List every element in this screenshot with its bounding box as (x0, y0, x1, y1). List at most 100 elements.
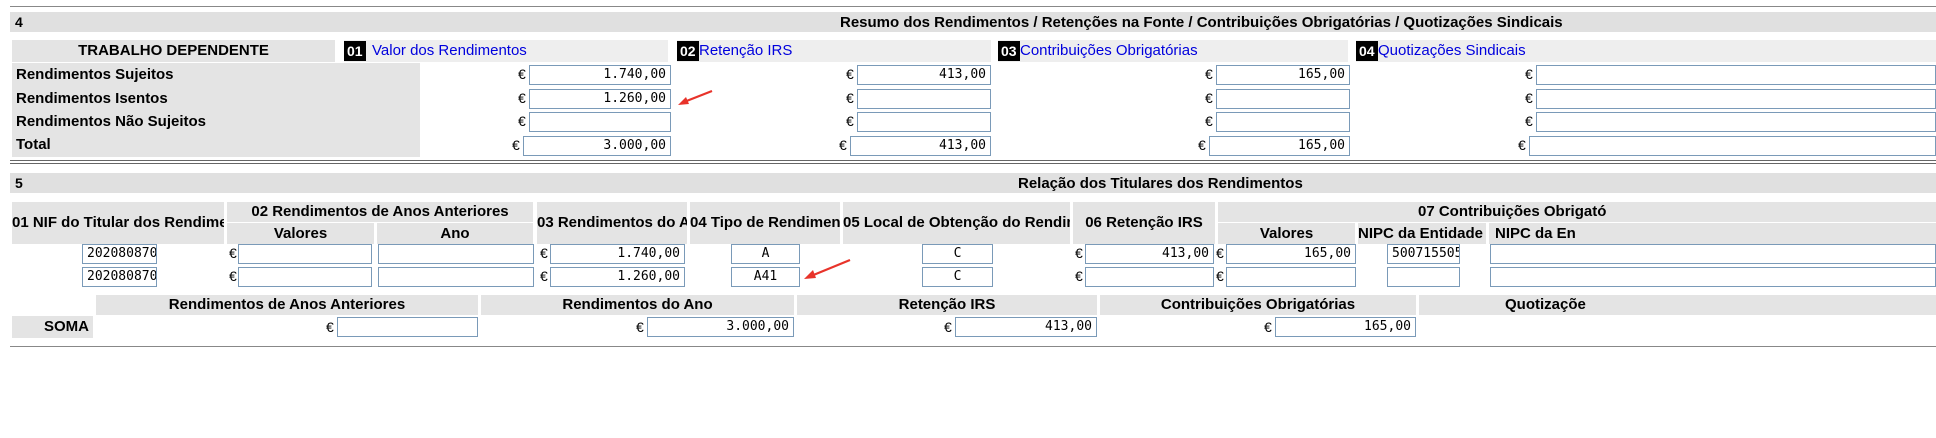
input-contrib-row2[interactable] (1226, 267, 1356, 287)
input-ant-valor-row1[interactable] (238, 244, 372, 264)
input-isentos-valor[interactable]: 1.260,00 (529, 89, 671, 109)
row-label-sujeitos: Rendimentos Sujeitos (12, 63, 420, 87)
annotation-arrow (678, 89, 713, 105)
soma-input-retencao[interactable]: 413,00 (955, 317, 1097, 337)
currency-symbol: € (512, 137, 520, 153)
col-link-retencao-irs[interactable]: Retenção IRS (699, 42, 792, 59)
col-valor-rendimentos: 01 Valor dos Rendimentos (344, 40, 668, 62)
soma-input-anteriores[interactable] (337, 317, 478, 337)
input-nif-row2[interactable]: 202080870 (82, 267, 157, 287)
input-rend-ano-row1[interactable]: 1.740,00 (550, 244, 685, 264)
currency-symbol: € (326, 319, 334, 335)
input-isentos-quotizacoes[interactable] (1536, 89, 1936, 109)
row-label-nao-sujeitos: Rendimentos Não Sujeitos (12, 110, 420, 134)
section5-title: Relação dos Titulares dos Rendimentos (1018, 175, 1303, 192)
header-contrib-valores: Valores (1218, 223, 1355, 244)
currency-symbol: € (1205, 90, 1213, 106)
header-nipc2: NIPC da En (1489, 223, 1936, 244)
input-nao-sujeitos-retencao[interactable] (857, 112, 991, 132)
currency-symbol: € (1518, 137, 1526, 153)
input-nipc1-row2[interactable] (1387, 267, 1460, 287)
col-badge: 04 (1356, 41, 1378, 61)
arrow-shaft (810, 258, 851, 278)
input-total-quotizacoes[interactable] (1529, 136, 1936, 156)
input-contrib-row1[interactable]: 165,00 (1226, 244, 1356, 264)
input-nao-sujeitos-valor[interactable] (529, 112, 671, 132)
currency-symbol: € (846, 66, 854, 82)
input-nipc2-row1[interactable] (1490, 244, 1936, 264)
col-link-valor-rendimentos[interactable]: Valor dos Rendimentos (372, 42, 527, 59)
input-ant-ano-row1[interactable] (378, 244, 534, 264)
input-sujeitos-quotizacoes[interactable] (1536, 65, 1936, 85)
arrow-head (804, 270, 816, 279)
header-rend-ano: 03 Rendimentos do Ano (537, 202, 687, 244)
input-retencao-row1[interactable]: 413,00 (1085, 244, 1214, 264)
currency-symbol: € (1075, 268, 1083, 284)
col-retencao-irs: 02 Retenção IRS (677, 40, 991, 62)
input-sujeitos-contrib[interactable]: 165,00 (1216, 65, 1350, 85)
col-contribuicoes: 03 Contribuições Obrigatórias (998, 40, 1348, 62)
header-anteriores: 02 Rendimentos de Anos Anteriores (227, 202, 533, 222)
currency-symbol: € (518, 90, 526, 106)
input-retencao-row2[interactable] (1085, 267, 1214, 287)
section5-number: 5 (15, 175, 23, 191)
annotation-arrow (804, 258, 851, 279)
currency-symbol: € (518, 113, 526, 129)
soma-header-quotizacoes: Quotizaçõe (1419, 295, 1936, 315)
input-isentos-retencao[interactable] (857, 89, 991, 109)
currency-symbol: € (846, 90, 854, 106)
soma-header-retencao: Retenção IRS (797, 295, 1097, 315)
input-sujeitos-valor[interactable]: 1.740,00 (529, 65, 671, 85)
section4-header: 4 Resumo dos Rendimentos / Retenções na … (10, 12, 1936, 32)
input-total-contrib[interactable]: 165,00 (1209, 136, 1350, 156)
currency-symbol: € (540, 268, 548, 284)
row-label-total: Total (12, 133, 420, 157)
input-ant-valor-row2[interactable] (238, 267, 372, 287)
header-anteriores-ano: Ano (377, 223, 533, 244)
input-rend-ano-row2[interactable]: 1.260,00 (550, 267, 685, 287)
section5-header: 5 Relação dos Titulares dos Rendimentos (10, 173, 1936, 193)
soma-header-anteriores: Rendimentos de Anos Anteriores (96, 295, 478, 315)
currency-symbol: € (1075, 245, 1083, 261)
input-ant-ano-row2[interactable] (378, 267, 534, 287)
currency-symbol: € (540, 245, 548, 261)
header-contrib: 07 Contribuições Obrigató (1218, 202, 1936, 222)
currency-symbol: € (1216, 245, 1224, 261)
soma-label: SOMA (12, 316, 93, 338)
col-quotizacoes: 04 Quotizações Sindicais (1356, 40, 1936, 62)
soma-input-contrib[interactable]: 165,00 (1275, 317, 1416, 337)
currency-symbol: € (1525, 66, 1533, 82)
header-local: 05 Local de Obtenção do Rendimento (843, 202, 1070, 244)
input-sujeitos-retencao[interactable]: 413,00 (857, 65, 991, 85)
input-local-row2[interactable]: C (922, 267, 993, 287)
input-tipo-row2[interactable]: A41 (731, 267, 800, 287)
input-nao-sujeitos-quotizacoes[interactable] (1536, 112, 1936, 132)
header-nif: 01 NIF do Titular dos Rendimentos (12, 202, 224, 244)
currency-symbol: € (229, 245, 237, 261)
soma-input-rend-ano[interactable]: 3.000,00 (647, 317, 794, 337)
bottom-divider (10, 346, 1936, 347)
col-link-quotizacoes[interactable]: Quotizações Sindicais (1378, 42, 1526, 59)
top-divider (10, 6, 1936, 7)
currency-symbol: € (839, 137, 847, 153)
currency-symbol: € (1525, 90, 1533, 106)
currency-symbol: € (1216, 268, 1224, 284)
currency-symbol: € (518, 66, 526, 82)
col-badge: 01 (344, 41, 366, 61)
input-nif-row1[interactable]: 202080870 (82, 244, 157, 264)
input-tipo-row1[interactable]: A (731, 244, 800, 264)
currency-symbol: € (1198, 137, 1206, 153)
input-total-retencao[interactable]: 413,00 (850, 136, 991, 156)
input-isentos-contrib[interactable] (1216, 89, 1350, 109)
arrow-head (678, 97, 689, 105)
section4-number: 4 (15, 14, 23, 30)
col-link-contribuicoes[interactable]: Contribuições Obrigatórias (1020, 42, 1198, 59)
input-total-valor[interactable]: 3.000,00 (523, 136, 671, 156)
input-nipc1-row1[interactable]: 500715505 (1387, 244, 1460, 264)
header-anteriores-valores: Valores (227, 223, 374, 244)
input-nipc2-row2[interactable] (1490, 267, 1936, 287)
input-nao-sujeitos-contrib[interactable] (1216, 112, 1350, 132)
input-local-row1[interactable]: C (922, 244, 993, 264)
soma-header-contrib: Contribuições Obrigatórias (1100, 295, 1416, 315)
section4-title: Resumo dos Rendimentos / Retenções na Fo… (840, 14, 1563, 31)
